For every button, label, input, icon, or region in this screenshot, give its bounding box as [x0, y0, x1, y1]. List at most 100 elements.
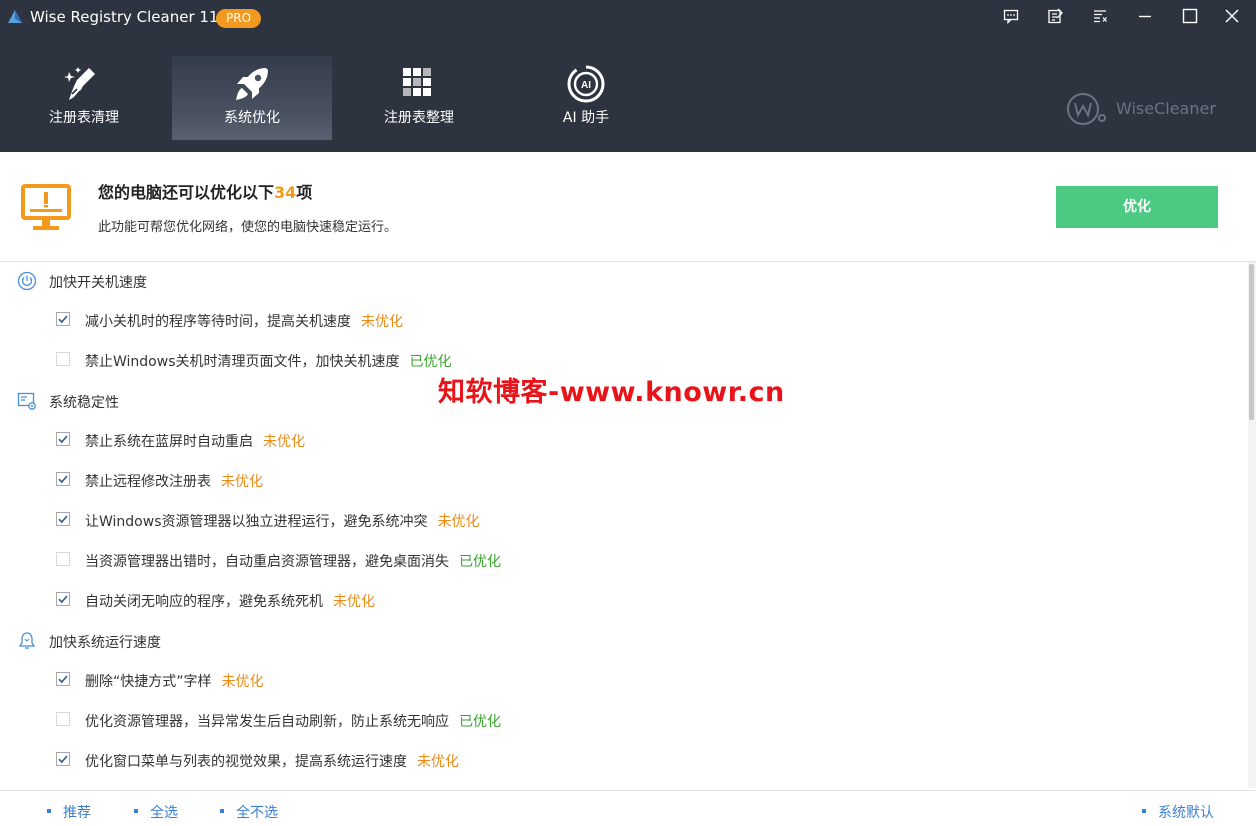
app-logo-icon: [8, 10, 22, 23]
list-item: 减小关机时的程序等待时间，提高关机速度 未优化: [0, 302, 1240, 338]
list-item: 禁止系统在蓝屏时自动重启 未优化: [0, 422, 1240, 458]
close-icon: [1225, 9, 1239, 23]
status-badge: 未优化: [263, 434, 305, 450]
group-label: 加快系统运行速度: [49, 635, 161, 651]
status-badge: 已优化: [459, 714, 501, 730]
system-default-link[interactable]: 系统默认: [1142, 802, 1214, 822]
blocks-icon: [403, 68, 431, 96]
optimize-button[interactable]: 优化: [1056, 186, 1218, 228]
list-item: 禁止远程修改注册表 未优化: [0, 462, 1240, 498]
scrollbar-thumb[interactable]: [1249, 264, 1254, 420]
item-checkbox[interactable]: [56, 592, 70, 606]
item-label: 删除“快捷方式”字样: [85, 674, 212, 690]
item-label: 当资源管理器出错时，自动重启资源管理器，避免桌面消失: [85, 554, 449, 570]
item-checkbox[interactable]: [56, 432, 70, 446]
tab-label: 系统优化: [224, 110, 280, 126]
item-label: 禁止Windows关机时清理页面文件，加快关机速度: [85, 354, 400, 370]
tab-system-optimization[interactable]: 系统优化: [172, 56, 332, 140]
checkmark-icon: [58, 675, 68, 684]
edit-button[interactable]: [1042, 4, 1068, 28]
wisecleaner-logo-icon: [1067, 93, 1106, 125]
status-badge: 未优化: [437, 514, 480, 530]
optimizable-count: 34: [274, 183, 297, 202]
status-badge: 未优化: [221, 474, 263, 490]
maximize-button[interactable]: [1177, 4, 1203, 28]
item-label: 禁止系统在蓝屏时自动重启: [85, 434, 253, 450]
item-checkbox[interactable]: [56, 672, 70, 686]
menu-button[interactable]: [1087, 4, 1113, 28]
list-item: 自动关闭无响应的程序，避免系统死机 未优化: [0, 582, 1240, 618]
checkmark-icon: [58, 515, 68, 524]
status-badge: 未优化: [417, 754, 459, 770]
pro-badge: PRO: [216, 9, 262, 28]
item-label: 禁止远程修改注册表: [85, 474, 211, 490]
summary-title: 您的电脑还可以优化以下34项: [98, 183, 313, 202]
svg-text:AI: AI: [581, 80, 591, 91]
tab-registry-cleaner[interactable]: 注册表清理: [4, 56, 164, 140]
edit-icon: [1048, 8, 1063, 24]
tab-registry-defrag[interactable]: 注册表整理: [339, 56, 499, 140]
rocket-icon: [236, 68, 268, 100]
app-header: Wise Registry Cleaner 11 PRO 注册表清理 系统优化 …: [0, 0, 1256, 152]
select-all-link[interactable]: 全选: [134, 802, 178, 822]
checkmark-icon: [58, 595, 68, 604]
optimization-list: 加快开关机速度 减小关机时的程序等待时间，提高关机速度 未优化 禁止Windows…: [0, 262, 1248, 788]
group-header-shutdown: 加快开关机速度: [0, 262, 1240, 298]
tab-ai-assistant[interactable]: AI AI 助手: [506, 56, 666, 140]
group-label: 系统稳定性: [49, 395, 119, 411]
minimize-button[interactable]: [1132, 4, 1158, 28]
status-badge: 已优化: [459, 554, 501, 570]
summary-subtitle: 此功能可帮您优化网络，使您的电脑快速稳定运行。: [98, 220, 398, 235]
item-checkbox[interactable]: [56, 712, 70, 726]
checkmark-icon: [58, 315, 68, 324]
item-checkbox[interactable]: [56, 472, 70, 486]
tab-label: 注册表整理: [384, 110, 454, 126]
group-header-speed: 加快系统运行速度: [0, 622, 1240, 658]
footer-bar: 推荐 全选 全不选 系统默认: [0, 790, 1256, 826]
item-checkbox[interactable]: [56, 352, 70, 366]
tab-label: 注册表清理: [49, 110, 119, 126]
watermark-text: 知软博客-www.knowr.cn: [438, 377, 785, 408]
item-checkbox[interactable]: [56, 552, 70, 566]
minimize-icon: [1139, 15, 1151, 18]
item-label: 让Windows资源管理器以独立进程运行，避免系统冲突: [85, 514, 428, 530]
checkmark-icon: [58, 755, 68, 764]
bell-icon: [18, 632, 36, 649]
broom-icon: [64, 67, 95, 100]
list-item: 优化窗口菜单与列表的视觉效果，提高系统运行速度 未优化: [0, 742, 1240, 778]
status-badge: 未优化: [333, 594, 375, 610]
item-label: 优化窗口菜单与列表的视觉效果，提高系统运行速度: [85, 754, 407, 770]
list-item: 当资源管理器出错时，自动重启资源管理器，避免桌面消失 已优化: [0, 542, 1240, 578]
recommend-link[interactable]: 推荐: [47, 802, 91, 822]
status-badge: 未优化: [221, 674, 264, 690]
item-checkbox[interactable]: [56, 312, 70, 326]
feedback-icon: [1003, 9, 1019, 24]
item-label: 优化资源管理器，当异常发生后自动刷新，防止系统无响应: [85, 714, 449, 730]
list-item: 让Windows资源管理器以独立进程运行，避免系统冲突 未优化: [0, 502, 1240, 538]
wisecleaner-brand: WiseCleaner: [1066, 92, 1216, 126]
close-button[interactable]: [1219, 4, 1245, 28]
checkmark-icon: [58, 435, 68, 444]
feedback-button[interactable]: [998, 4, 1024, 28]
item-label: 自动关闭无响应的程序，避免系统死机: [85, 594, 323, 610]
group-label: 加快开关机速度: [49, 275, 147, 291]
checkmark-icon: [58, 475, 68, 484]
title-bar: Wise Registry Cleaner 11 PRO: [0, 0, 1256, 36]
ai-icon: AI: [567, 65, 605, 103]
maximize-icon: [1182, 8, 1198, 24]
item-label: 减小关机时的程序等待时间，提高关机速度: [85, 314, 351, 330]
status-badge: 已优化: [409, 354, 452, 370]
monitor-warning-icon: [21, 184, 71, 230]
menu-icon: [1094, 10, 1107, 23]
status-badge: 未优化: [361, 314, 403, 330]
list-item: 删除“快捷方式”字样 未优化: [0, 662, 1240, 698]
system-settings-icon: [17, 392, 36, 410]
tab-label: AI 助手: [562, 110, 610, 126]
item-checkbox[interactable]: [56, 512, 70, 526]
app-title: Wise Registry Cleaner 11: [30, 8, 219, 26]
brand-name: WiseCleaner: [1116, 99, 1216, 118]
power-icon: [17, 271, 37, 291]
optimization-summary: 您的电脑还可以优化以下34项 此功能可帮您优化网络，使您的电脑快速稳定运行。 优…: [0, 152, 1256, 262]
item-checkbox[interactable]: [56, 752, 70, 766]
select-none-link[interactable]: 全不选: [220, 802, 278, 822]
